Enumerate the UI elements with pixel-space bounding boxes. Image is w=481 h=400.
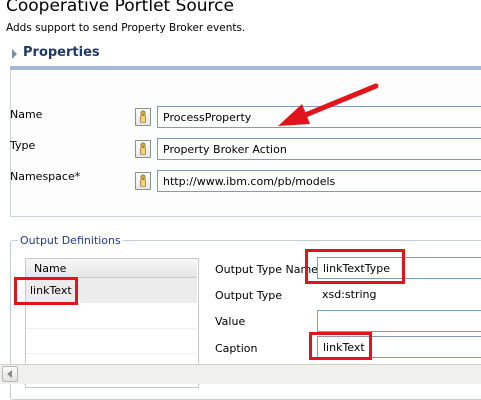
expand-twisty-icon[interactable] [12, 49, 17, 59]
annotation-arrow-icon [278, 83, 379, 126]
output-definitions-title: Output Definitions [18, 234, 123, 247]
output-type-value: xsd:string [322, 288, 377, 301]
caption-label: Caption [215, 342, 258, 355]
value-input[interactable] [317, 310, 481, 332]
type-label: Type [10, 139, 36, 152]
value-label: Value [215, 315, 246, 328]
page-description: Adds support to send Property Broker eve… [6, 22, 246, 34]
person-icon [140, 174, 146, 187]
output-type-label: Output Type [215, 289, 282, 302]
scroll-left-button[interactable] [2, 366, 18, 382]
panel-divider [10, 216, 481, 217]
namespace-browse-icon-button[interactable] [135, 172, 151, 190]
row-divider [26, 353, 197, 354]
person-icon [140, 142, 146, 155]
highlight-box [305, 249, 405, 284]
namespace-input[interactable]: http://www.ibm.com/pb/models [157, 170, 481, 192]
properties-section-title: Properties [23, 45, 100, 60]
type-browse-icon-button[interactable] [135, 140, 151, 158]
name-label: Name [10, 108, 43, 121]
person-icon [140, 110, 146, 123]
list-column-header-label: Name [34, 262, 67, 275]
output-type-name-label: Output Type Name [215, 263, 318, 276]
name-browse-icon-button[interactable] [135, 108, 151, 126]
row-divider [26, 328, 197, 329]
namespace-label: Namespace* [10, 170, 81, 183]
page-title: Cooperative Portlet Source [6, 0, 234, 16]
highlight-box [14, 277, 78, 305]
chevron-left-icon [7, 370, 12, 378]
properties-section-header[interactable]: Properties [10, 44, 481, 66]
highlight-box [309, 332, 372, 360]
type-input[interactable]: Property Broker Action [157, 138, 481, 160]
horizontal-scrollbar[interactable] [0, 364, 481, 384]
